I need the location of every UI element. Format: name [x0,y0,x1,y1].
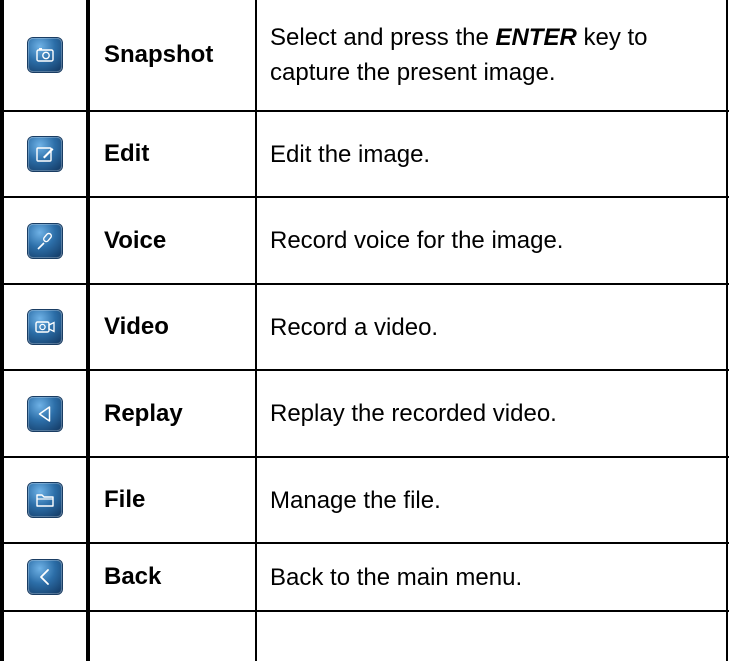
function-name: Video [104,313,169,340]
table-row [4,458,86,542]
table-row [4,112,86,196]
camera-icon [28,38,62,72]
folder-icon [28,483,62,517]
edit-icon [28,137,62,171]
table-row [4,371,86,456]
video-camera-icon [28,310,62,344]
function-description: Edit the image. [270,140,431,168]
menu-function-table: Snapshot Select and press the ENTER key … [0,0,729,661]
function-name: Edit [104,140,150,167]
back-icon [28,560,62,594]
table-row [4,285,86,369]
function-description: Select and press the ENTER key to captur… [270,24,648,86]
function-description: Record voice for the image. [270,227,564,254]
table-border-right [726,0,728,661]
function-name: File [104,486,146,513]
table-row [4,544,86,610]
microphone-icon [28,223,62,258]
function-name: Back [104,563,162,590]
function-description: Back to the main menu. [270,563,523,591]
function-name: Snapshot [104,41,214,68]
table-row [4,198,86,283]
function-description: Record a video. [270,313,439,341]
function-name: Voice [104,226,167,254]
function-description: Manage the file. [270,486,441,514]
table-row [4,0,86,110]
function-name: Replay [104,399,183,427]
play-left-icon [28,396,62,431]
row-divider [0,610,729,612]
function-description: Replay the recorded video. [270,400,557,427]
enter-key-label: ENTER [495,24,577,51]
